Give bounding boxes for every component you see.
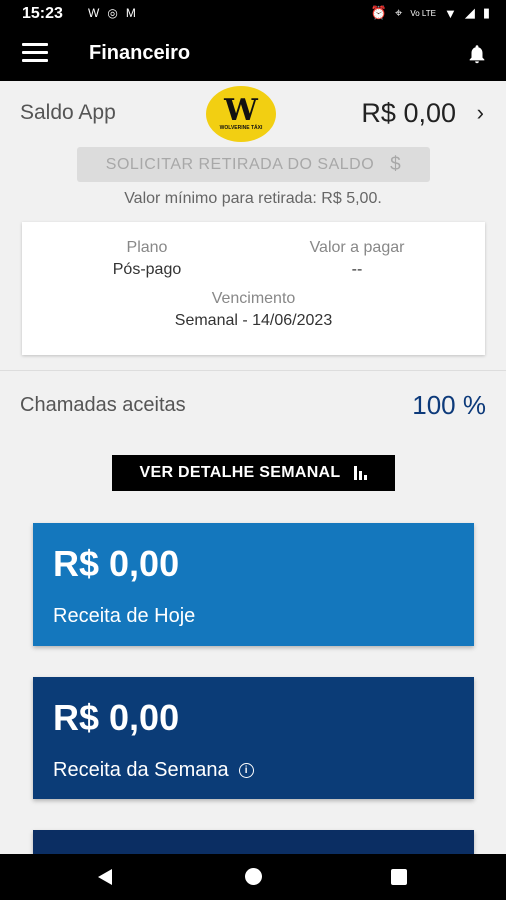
dollar-icon: $ bbox=[390, 153, 402, 175]
instagram-icon: ◎ bbox=[107, 6, 118, 20]
w-app-icon: W bbox=[88, 6, 100, 20]
bar-chart-icon bbox=[354, 466, 368, 480]
signal-icon: ◢ bbox=[464, 5, 475, 20]
wifi-icon: ▼ bbox=[443, 5, 457, 21]
status-bar: 15:23 W ◎ M ⏰ ⌖ Vo LTE ▼ ◢ ▮ bbox=[0, 0, 506, 28]
amount-due-value: -- bbox=[351, 261, 363, 278]
week-revenue-label: Receita da Semana bbox=[53, 759, 229, 781]
plan-value: Pós-pago bbox=[112, 261, 182, 278]
view-weekly-detail-button[interactable]: VER DETALHE SEMANAL bbox=[112, 455, 395, 491]
expiry-label: Vencimento bbox=[211, 290, 296, 307]
today-revenue-label: Receita de Hoje bbox=[53, 605, 196, 627]
plan-label: Plano bbox=[126, 239, 168, 256]
week-revenue-card[interactable]: R$ 0,00 Receita da Semana i bbox=[33, 677, 474, 799]
today-revenue-card[interactable]: R$ 0,00 Receita de Hoje bbox=[33, 523, 474, 646]
week-revenue-amount: R$ 0,00 bbox=[53, 697, 180, 738]
withdraw-button-label: SOLICITAR RETIRADA DO SALDO bbox=[105, 155, 375, 173]
brand-logo: W WOLVERINE TÁXI bbox=[206, 86, 276, 142]
accepted-calls-label: Chamadas aceitas bbox=[20, 394, 186, 416]
amount-due-label: Valor a pagar bbox=[309, 239, 405, 256]
minimum-withdrawal-note: Valor mínimo para retirada: R$ 5,00. bbox=[124, 190, 382, 207]
chevron-right-icon[interactable]: › bbox=[477, 100, 484, 126]
location-icon: ⌖ bbox=[394, 5, 403, 20]
volte-icon: Vo LTE bbox=[410, 8, 436, 18]
hamburger-menu-icon[interactable] bbox=[22, 43, 48, 65]
accepted-calls-row: Chamadas aceitas 100 % bbox=[0, 388, 506, 428]
logo-letter: W bbox=[224, 93, 258, 128]
status-time: 15:23 bbox=[22, 5, 63, 22]
page-title: Financeiro bbox=[89, 42, 191, 64]
amount-due-column: Valor a pagar -- bbox=[282, 239, 432, 279]
expiry-column: Vencimento Semanal - 14/06/2023 bbox=[22, 290, 485, 330]
battery-icon: ▮ bbox=[482, 5, 490, 20]
app-bar: Financeiro bbox=[0, 28, 506, 81]
expiry-value: Semanal - 14/06/2023 bbox=[174, 312, 333, 329]
today-revenue-caption: Receita de Hoje bbox=[53, 605, 195, 628]
bell-icon[interactable] bbox=[466, 42, 488, 66]
plan-card: Plano Pós-pago Valor a pagar -- Vencimen… bbox=[22, 222, 485, 355]
recent-apps-icon[interactable] bbox=[391, 869, 407, 885]
accepted-calls-value: 100 % bbox=[412, 390, 486, 420]
today-revenue-amount: R$ 0,00 bbox=[53, 543, 180, 584]
balance-amount: R$ 0,00 bbox=[361, 98, 456, 128]
info-icon[interactable]: i bbox=[238, 763, 254, 778]
notification-icons: W ◎ M bbox=[88, 6, 136, 20]
weekly-button-label: VER DETALHE SEMANAL bbox=[139, 464, 341, 481]
home-icon[interactable] bbox=[245, 868, 262, 885]
balance-label: Saldo App bbox=[20, 101, 116, 124]
balance-row[interactable]: Saldo App W WOLVERINE TÁXI R$ 0,00 › bbox=[0, 84, 506, 144]
withdraw-balance-button[interactable]: SOLICITAR RETIRADA DO SALDO $ bbox=[77, 147, 430, 182]
system-navigation-bar bbox=[0, 854, 506, 900]
week-revenue-caption: Receita da Semana i bbox=[53, 759, 254, 782]
system-icons: ⏰ ⌖ Vo LTE ▼ ◢ ▮ bbox=[371, 5, 490, 21]
plan-column: Plano Pós-pago bbox=[82, 239, 212, 279]
alarm-icon: ⏰ bbox=[370, 5, 387, 20]
logo-text: WOLVERINE TÁXI bbox=[219, 125, 263, 131]
m-app-icon: M bbox=[125, 6, 136, 20]
divider bbox=[0, 370, 506, 371]
back-icon[interactable] bbox=[98, 869, 112, 885]
